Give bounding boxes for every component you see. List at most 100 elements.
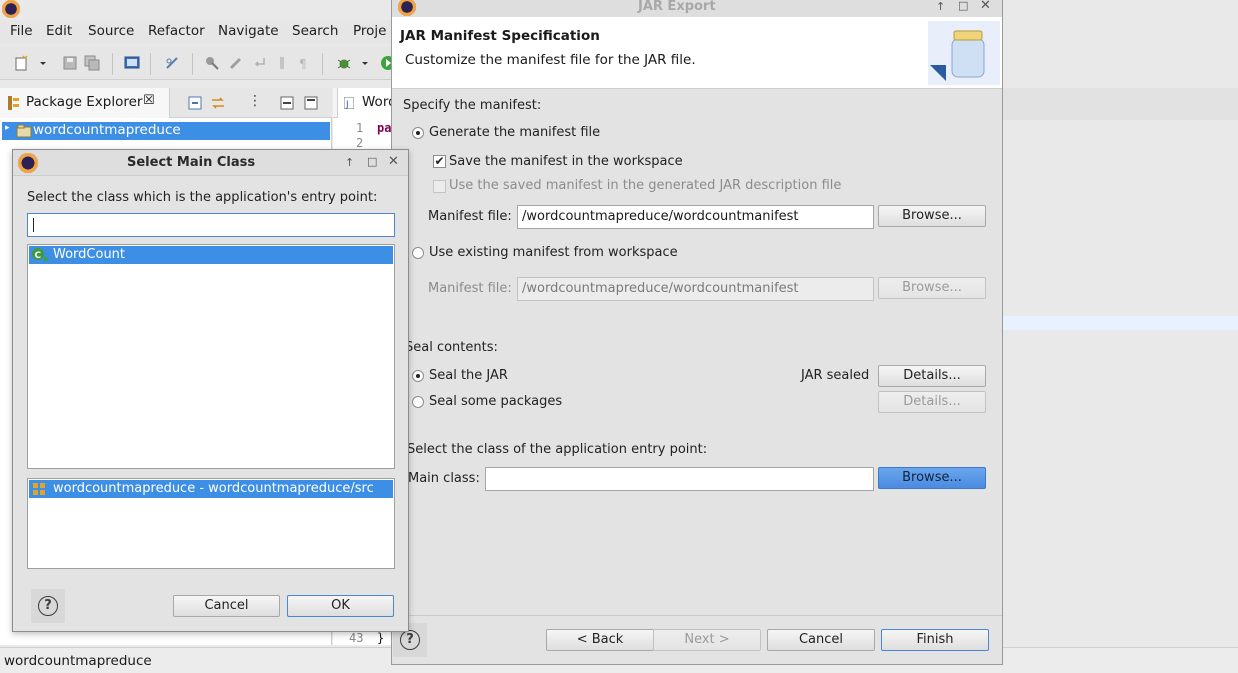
help-icon: ? [38,596,58,616]
status-text: wordcountmapreduce [4,653,152,669]
menu-edit[interactable]: Edit [46,23,72,39]
seal-some-packages-radio[interactable] [412,396,424,408]
seal-jar-label[interactable]: Seal the JAR [429,368,508,383]
package-list-item[interactable]: wordcountmapreduce - wordcountmapreduce/… [29,480,393,498]
tab-editor-wordcount[interactable]: J Word [337,88,397,118]
ok-button[interactable]: OK [287,595,394,617]
current-line-highlight [1003,316,1238,330]
use-existing-manifest-radio[interactable] [412,247,424,259]
eclipse-logo-icon [398,0,416,16]
browse-manifest-button[interactable]: Browse... [878,205,986,227]
save-manifest-label[interactable]: Save the manifest in the workspace [449,154,683,169]
tree-item-project[interactable]: ▸ wordcountmapreduce [2,122,330,140]
package-list[interactable]: wordcountmapreduce - wordcountmapreduce/… [27,478,395,569]
menu-navigate[interactable]: Navigate [218,23,279,39]
back-button[interactable]: < Back [546,629,654,651]
return-icon[interactable] [252,55,268,71]
line-number: 43 [349,631,364,645]
line-number: 1 [356,121,364,135]
window-close-icon[interactable]: ✕ [388,154,399,169]
footer-separator [392,615,1002,616]
jar-wizard-icon [928,21,1000,85]
jar-export-dialog: JAR Export ↑ □ ✕ JAR Manifest Specificat… [391,0,1003,665]
seal-jar-details-button[interactable]: Details... [878,365,986,387]
editor-header-strip [1003,88,1238,120]
class-name: WordCount [53,247,126,262]
text-cursor [33,218,34,232]
menu-project[interactable]: Proje [353,23,386,39]
svg-text:C: C [35,251,42,261]
jar-export-title: JAR Export [638,0,716,14]
chevron-down-icon[interactable] [38,55,48,71]
finish-button[interactable]: Finish [881,629,989,651]
existing-manifest-file-label: Manifest file: [428,281,512,296]
new-icon[interactable] [14,55,30,71]
block-icon[interactable] [274,55,290,71]
use-saved-manifest-checkbox[interactable] [433,180,446,193]
manifest-file-input[interactable]: /wordcountmapreduce/wordcountmanifest [517,205,874,229]
tab-package-explorer[interactable]: Package Explorer ☒ [0,88,170,118]
class-list-item[interactable]: C WordCount [29,246,393,264]
menu-source[interactable]: Source [88,23,134,39]
minimize-icon[interactable] [280,96,294,110]
cancel-button[interactable]: Cancel [767,629,875,651]
code-keyword: pa [377,121,392,135]
window-maximize-icon[interactable]: □ [367,155,377,168]
seal-jar-radio[interactable] [412,370,424,382]
collapse-all-icon[interactable] [188,96,202,110]
main-class-label: Main class: [408,471,480,486]
terminal-icon[interactable] [124,55,140,71]
link-with-editor-icon[interactable] [210,96,226,110]
editor-tabbar: J Word [333,88,397,118]
expand-arrow-icon[interactable]: ▸ [5,123,10,133]
menu-search[interactable]: Search [292,23,338,39]
window-maximize-icon[interactable]: □ [958,0,968,12]
select-main-class-dialog: Select Main Class ↑ □ ✕ Select the class… [12,149,409,632]
view-menu-icon[interactable]: ⋮ [248,93,262,109]
wizard-banner: JAR Manifest Specification Customize the… [392,17,1002,89]
toolbar-separator [150,53,151,75]
specify-manifest-label: Specify the manifest: [403,98,542,113]
save-manifest-checkbox[interactable]: ✔ [433,155,446,168]
browse-existing-manifest-button[interactable]: Browse... [878,277,986,299]
existing-manifest-file-input[interactable]: /wordcountmapreduce/wordcountmanifest [517,277,874,301]
generate-manifest-label[interactable]: Generate the manifest file [429,125,600,140]
package-explorer-icon [8,96,19,110]
paragraph-icon[interactable]: ¶ [296,55,312,71]
seal-packages-details-button[interactable]: Details... [878,391,986,413]
browse-main-class-button[interactable]: Browse... [878,467,986,489]
eclipse-logo-icon [18,153,38,173]
save-icon[interactable] [62,55,78,71]
menu-refactor[interactable]: Refactor [148,23,205,39]
class-filter-input[interactable] [27,213,395,237]
maximize-icon[interactable] [304,96,318,110]
cancel-button[interactable]: Cancel [173,595,280,617]
seal-contents-label: Seal contents: [405,340,498,355]
seal-some-packages-label[interactable]: Seal some packages [429,394,562,409]
menu-file[interactable]: File [10,23,33,39]
link-icon[interactable] [164,55,180,71]
window-up-icon[interactable]: ↑ [936,0,945,13]
svg-text:¶: ¶ [299,57,307,71]
debug-tools-icon[interactable] [204,55,220,71]
close-icon[interactable]: ☒ [143,93,155,108]
project-folder-icon [16,124,32,138]
select-main-class-title: Select Main Class [127,155,256,170]
window-close-icon[interactable]: ✕ [980,0,991,13]
package-icon [33,483,45,495]
help-button[interactable]: ? [31,589,65,623]
brush-icon[interactable] [228,55,244,71]
class-list[interactable]: C WordCount [27,244,395,469]
use-existing-manifest-label[interactable]: Use existing manifest from workspace [429,245,678,260]
generate-manifest-radio[interactable] [412,127,424,139]
main-toolbar: ¶ [0,46,395,80]
line-number: 2 [356,136,364,150]
window-up-icon[interactable]: ↑ [345,156,354,169]
svg-text:J: J [345,100,349,109]
help-icon: ? [400,630,420,650]
chevron-down-icon[interactable] [360,55,370,71]
main-class-input[interactable] [485,467,874,491]
debug-bug-icon[interactable] [336,55,352,71]
save-all-icon[interactable] [84,55,100,71]
next-button[interactable]: Next > [653,629,761,651]
